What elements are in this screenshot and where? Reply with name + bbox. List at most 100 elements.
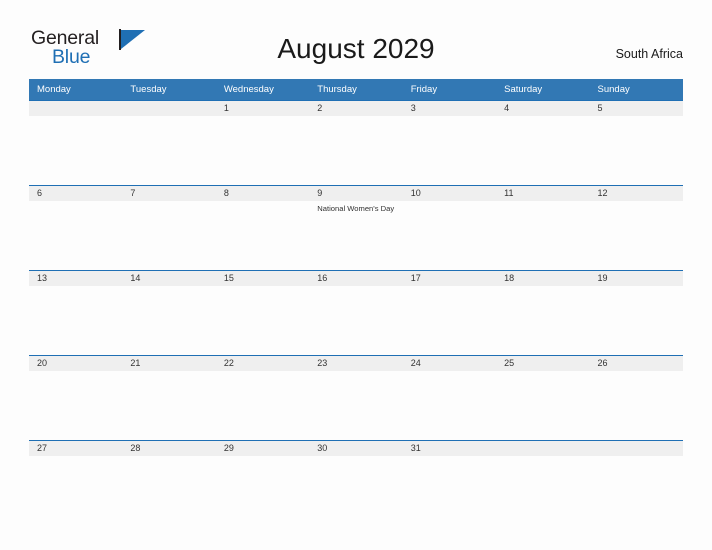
date-cell[interactable]: 24 (402, 355, 497, 371)
weekday-header-wednesday: Wednesday (215, 79, 310, 101)
calendar-table: Monday Tuesday Wednesday Thursday Friday… (29, 79, 683, 525)
date-cell[interactable]: 31 (402, 440, 497, 456)
event-cell[interactable] (215, 456, 310, 525)
date-cell[interactable]: 9 (309, 185, 403, 201)
event-cell[interactable] (402, 201, 497, 271)
day-number: 21 (130, 358, 141, 368)
event-cell[interactable] (402, 116, 497, 186)
date-cell[interactable]: 14 (122, 270, 216, 286)
event-cell[interactable] (589, 116, 683, 186)
date-cell[interactable]: 17 (402, 270, 497, 286)
calendar-header-row: Monday Tuesday Wednesday Thursday Friday… (29, 79, 683, 101)
date-cell[interactable]: 10 (402, 185, 497, 201)
event-cell[interactable] (589, 371, 683, 441)
date-cell[interactable]: 13 (29, 270, 123, 286)
date-cell[interactable]: 25 (496, 355, 590, 371)
date-cell[interactable] (589, 440, 683, 456)
event-cell[interactable] (309, 116, 403, 186)
event-cell[interactable] (309, 286, 403, 356)
event-cell[interactable] (309, 456, 403, 525)
event-cell[interactable] (215, 116, 310, 186)
event-cell[interactable] (122, 201, 216, 271)
week-date-row: 27 28 29 30 31 (29, 440, 683, 456)
event-cell[interactable] (29, 371, 123, 441)
date-cell[interactable]: 7 (122, 185, 216, 201)
day-number: 17 (410, 273, 421, 283)
date-cell[interactable]: 5 (589, 100, 683, 116)
event-cell[interactable] (402, 456, 497, 525)
day-number: 8 (223, 188, 229, 198)
date-cell[interactable]: 22 (215, 355, 310, 371)
page-header: General Blue August 2029 South Africa (0, 0, 712, 66)
date-cell[interactable]: 29 (215, 440, 310, 456)
event-cell[interactable] (215, 371, 310, 441)
day-number: 14 (130, 273, 141, 283)
day-number: 19 (597, 273, 608, 283)
event-cell[interactable] (122, 286, 216, 356)
date-cell[interactable]: 2 (309, 100, 403, 116)
date-cell[interactable]: 27 (29, 440, 123, 456)
weekday-header-monday: Monday (29, 79, 123, 101)
event-cell[interactable] (589, 286, 683, 356)
region-label: South Africa (615, 47, 683, 61)
date-cell[interactable]: 8 (215, 185, 310, 201)
date-cell[interactable]: 11 (496, 185, 590, 201)
event-cell[interactable] (122, 456, 216, 525)
event-cell[interactable] (496, 286, 590, 356)
day-number: 26 (597, 358, 608, 368)
day-number: 22 (223, 358, 234, 368)
date-cell[interactable] (496, 440, 590, 456)
date-cell[interactable]: 20 (29, 355, 123, 371)
event-cell[interactable] (29, 201, 123, 271)
date-cell[interactable]: 18 (496, 270, 590, 286)
event-cell[interactable] (496, 456, 590, 525)
event-cell[interactable] (496, 371, 590, 441)
event-cell[interactable] (122, 371, 216, 441)
calendar-page: General Blue August 2029 South Africa Mo… (0, 0, 712, 550)
event-cell[interactable]: National Women's Day (309, 201, 403, 271)
event-cell[interactable] (496, 116, 590, 186)
day-number: 9 (317, 188, 323, 198)
event-cell[interactable] (29, 116, 123, 186)
day-number: 15 (223, 273, 234, 283)
date-cell[interactable]: 1 (215, 100, 310, 116)
day-number: 25 (504, 358, 515, 368)
date-cell[interactable] (29, 100, 123, 116)
event-cell[interactable] (402, 371, 497, 441)
event-cell[interactable] (215, 286, 310, 356)
day-number: 7 (130, 188, 136, 198)
date-cell[interactable]: 30 (309, 440, 403, 456)
day-number: 16 (317, 273, 328, 283)
event-cell[interactable] (309, 371, 403, 441)
week-date-row: 13 14 15 16 17 18 19 (29, 270, 683, 286)
day-number: 13 (37, 273, 48, 283)
date-cell[interactable]: 26 (589, 355, 683, 371)
event-cell[interactable] (215, 201, 310, 271)
event-cell[interactable] (29, 286, 123, 356)
date-cell[interactable]: 28 (122, 440, 216, 456)
week-event-row (29, 286, 683, 356)
week-date-row: 20 21 22 23 24 25 26 (29, 355, 683, 371)
day-number: 18 (504, 273, 515, 283)
date-cell[interactable]: 15 (215, 270, 310, 286)
event-cell[interactable] (589, 201, 683, 271)
weekday-header-thursday: Thursday (309, 79, 403, 101)
event-cell[interactable] (496, 201, 590, 271)
date-cell[interactable]: 23 (309, 355, 403, 371)
week-event-row: National Women's Day (29, 201, 683, 271)
date-cell[interactable]: 6 (29, 185, 123, 201)
date-cell[interactable]: 19 (589, 270, 683, 286)
date-cell[interactable]: 16 (309, 270, 403, 286)
weekday-header-tuesday: Tuesday (122, 79, 216, 101)
event-cell[interactable] (29, 456, 123, 525)
event-cell[interactable] (402, 286, 497, 356)
date-cell[interactable]: 21 (122, 355, 216, 371)
calendar-body: 1 2 3 4 5 6 7 8 9 10 11 12 National Wome… (29, 100, 683, 525)
event-cell[interactable] (589, 456, 683, 525)
event-cell[interactable] (122, 116, 216, 186)
page-title: August 2029 (277, 33, 435, 64)
date-cell[interactable]: 3 (402, 100, 497, 116)
date-cell[interactable] (122, 100, 216, 116)
date-cell[interactable]: 4 (496, 100, 590, 116)
date-cell[interactable]: 12 (589, 185, 683, 201)
